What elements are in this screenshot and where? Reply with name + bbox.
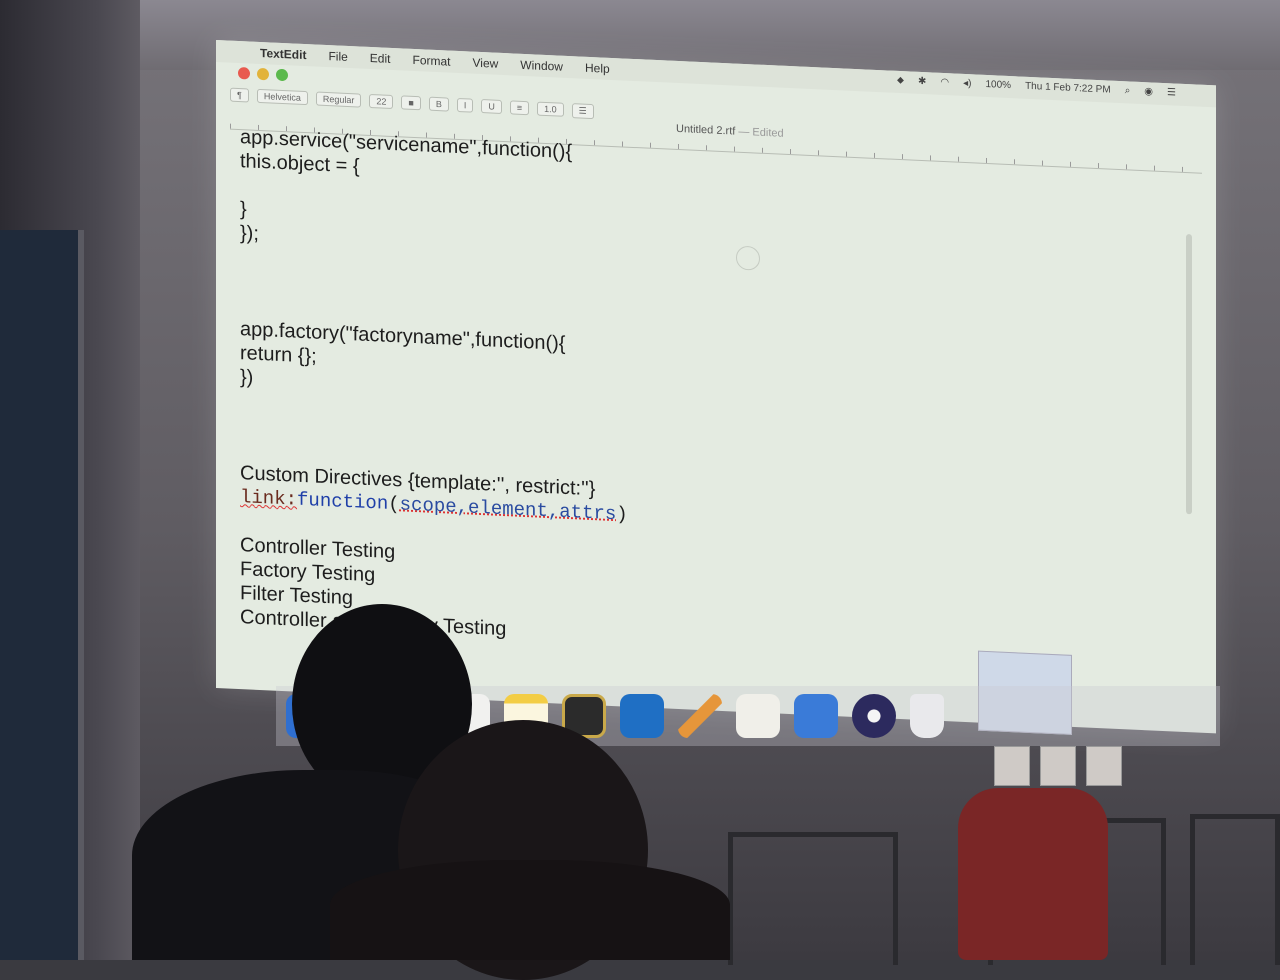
notification-center-icon[interactable]: ☰ [1167,87,1176,98]
font-style-select[interactable]: Regular [315,91,362,108]
vertical-scrollbar[interactable] [1186,234,1192,515]
chair [1190,814,1280,965]
text-color-swatch[interactable]: ■ [401,95,421,111]
line-spacing-select[interactable]: 1.0 [537,101,564,117]
zoom-button[interactable] [276,68,288,82]
font-size-select[interactable]: 22 [369,93,394,110]
wall-outlet [1040,746,1076,786]
close-paren: ) [616,503,628,526]
align-left-button[interactable]: ≡ [509,100,530,116]
window-controls [238,66,288,82]
function-keyword: function [297,488,389,515]
menu-edit[interactable]: Edit [370,51,391,66]
spotlight-icon[interactable]: ⌕ [1125,85,1131,96]
door-frame [0,230,84,960]
wall-outlet [994,746,1030,786]
volume-icon[interactable]: ◂) [963,78,971,89]
bold-button[interactable]: B [428,96,449,112]
menu-window[interactable]: Window [520,58,563,74]
dropbox-icon[interactable]: ⬥ [897,75,904,86]
trash-icon[interactable] [910,694,944,738]
battery-label[interactable]: 100% [986,79,1012,91]
audience-body [330,860,730,960]
eclipse-icon[interactable] [852,694,896,738]
wall-outlet [1086,746,1122,786]
underline-button[interactable]: U [481,99,502,114]
chair [728,832,898,965]
mouse-cursor-icon [736,245,760,271]
link-keyword: link: [240,486,298,511]
menu-help[interactable]: Help [585,61,610,76]
menu-file[interactable]: File [328,49,347,64]
menu-view[interactable]: View [473,56,499,71]
backpack [958,788,1108,960]
font-family-select[interactable]: Helvetica [256,88,308,106]
pencil-icon[interactable] [678,694,722,738]
close-button[interactable] [238,66,250,80]
document-icon[interactable] [736,694,780,738]
vscode-icon[interactable] [620,694,664,738]
bluetooth-icon[interactable]: ✱ [918,76,926,87]
xcode-icon[interactable] [794,694,838,738]
wifi-icon[interactable]: ◠ [940,77,949,88]
open-paren: ( [388,492,400,516]
siri-icon[interactable]: ◉ [1144,86,1153,97]
minimize-button[interactable] [257,67,269,81]
menu-format[interactable]: Format [412,53,450,69]
menu-app-name[interactable]: TextEdit [260,46,306,62]
italic-button[interactable]: I [456,97,474,113]
paragraph-style-select[interactable]: ¶ [230,87,249,103]
list-style-select[interactable]: ☰ [571,102,594,119]
